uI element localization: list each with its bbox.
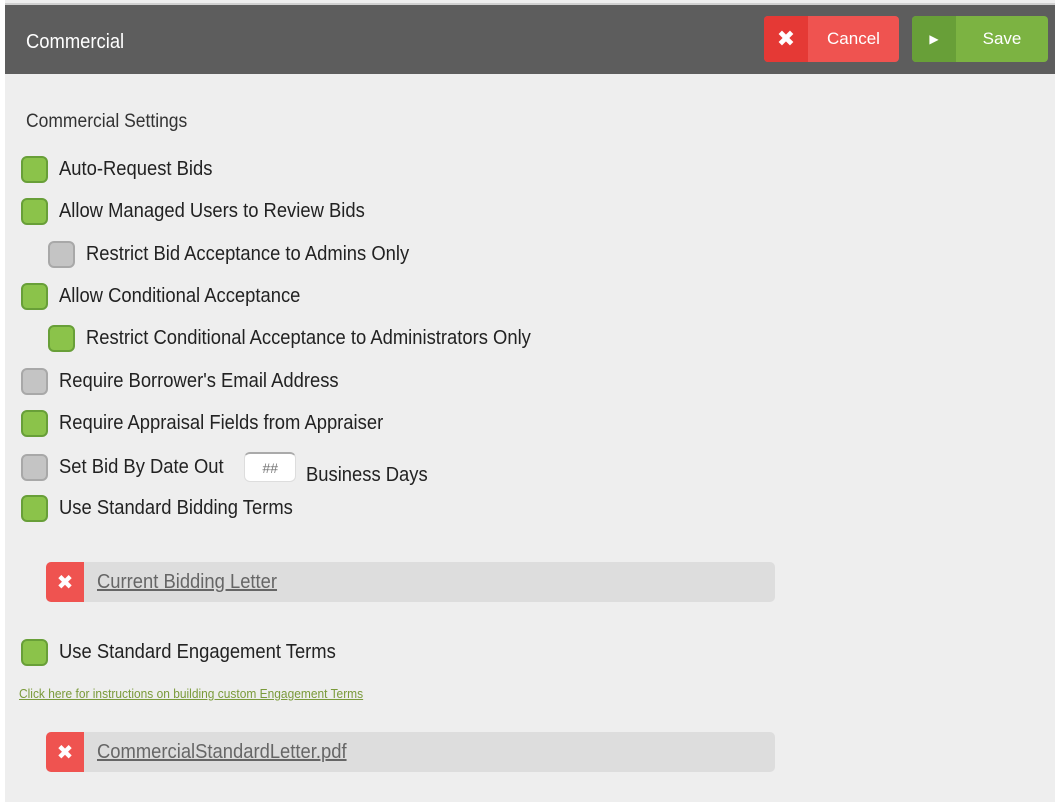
save-button[interactable]: ▶ Save — [912, 16, 1048, 62]
option-label: Auto-Request Bids — [59, 157, 213, 180]
option-label: Use Standard Bidding Terms — [59, 496, 293, 519]
option-require-appraisal-fields[interactable]: Require Appraisal Fields from Appraiser — [21, 408, 411, 438]
engagement-file-link[interactable]: CommercialStandardLetter.pdf — [97, 741, 347, 764]
business-days-label: Business Days — [305, 463, 428, 486]
checkbox[interactable] — [21, 155, 48, 183]
cancel-button-label: Cancel — [827, 29, 880, 48]
business-days-input[interactable] — [243, 452, 296, 482]
checkbox[interactable] — [21, 197, 48, 225]
page-title: Commercial — [26, 31, 125, 53]
checkbox[interactable] — [21, 494, 48, 522]
checkbox[interactable] — [21, 409, 48, 437]
option-label: Use Standard Engagement Terms — [59, 640, 336, 663]
option-use-standard-bidding-terms[interactable]: Use Standard Bidding Terms — [21, 493, 313, 523]
bidding-letter-row: ✖ Current Bidding Letter — [46, 562, 775, 602]
remove-file-icon[interactable]: ✖ — [46, 732, 84, 772]
option-label: Require Borrower's Email Address — [59, 369, 339, 392]
panel-header: Commercial ✖ Cancel ▶ Save — [5, 3, 1055, 74]
engagement-file-row: ✖ CommercialStandardLetter.pdf — [46, 732, 775, 772]
option-label: Allow Conditional Acceptance — [59, 284, 301, 307]
checkbox[interactable] — [21, 282, 48, 310]
option-require-borrower-email[interactable]: Require Borrower's Email Address — [21, 366, 363, 396]
section-title: Commercial Settings — [26, 111, 188, 132]
save-button-label: Save — [982, 29, 1022, 48]
option-use-standard-engagement-terms[interactable]: Use Standard Engagement Terms — [21, 637, 360, 667]
checkbox[interactable] — [21, 453, 48, 481]
checkbox[interactable] — [21, 367, 48, 395]
checkbox[interactable] — [21, 638, 48, 666]
option-label: Restrict Bid Acceptance to Admins Only — [86, 242, 410, 265]
option-restrict-conditional-acceptance[interactable]: Restrict Conditional Acceptance to Admin… — [48, 323, 570, 353]
option-restrict-bid-acceptance[interactable]: Restrict Bid Acceptance to Admins Only — [48, 239, 437, 269]
option-set-bid-by-date[interactable]: Set Bid By Date Out Business Days — [21, 452, 438, 486]
option-label: Require Appraisal Fields from Appraiser — [59, 411, 384, 434]
engagement-instructions-link[interactable]: Click here for instructions on building … — [19, 686, 363, 701]
bidding-letter-link[interactable]: Current Bidding Letter — [97, 571, 277, 594]
play-arrow-icon: ▶ — [912, 16, 956, 62]
remove-file-icon[interactable]: ✖ — [46, 562, 84, 602]
cancel-button[interactable]: ✖ Cancel — [764, 16, 899, 62]
checkbox[interactable] — [48, 240, 75, 268]
option-label: Restrict Conditional Acceptance to Admin… — [86, 326, 531, 349]
option-label: Set Bid By Date Out — [59, 455, 224, 478]
option-allow-managed-users-review[interactable]: Allow Managed Users to Review Bids — [21, 196, 391, 226]
close-icon: ✖ — [764, 16, 808, 62]
option-allow-conditional-acceptance[interactable]: Allow Conditional Acceptance — [21, 281, 321, 311]
option-label: Allow Managed Users to Review Bids — [59, 199, 365, 222]
option-auto-request-bids[interactable]: Auto-Request Bids — [21, 154, 226, 184]
checkbox[interactable] — [48, 324, 75, 352]
